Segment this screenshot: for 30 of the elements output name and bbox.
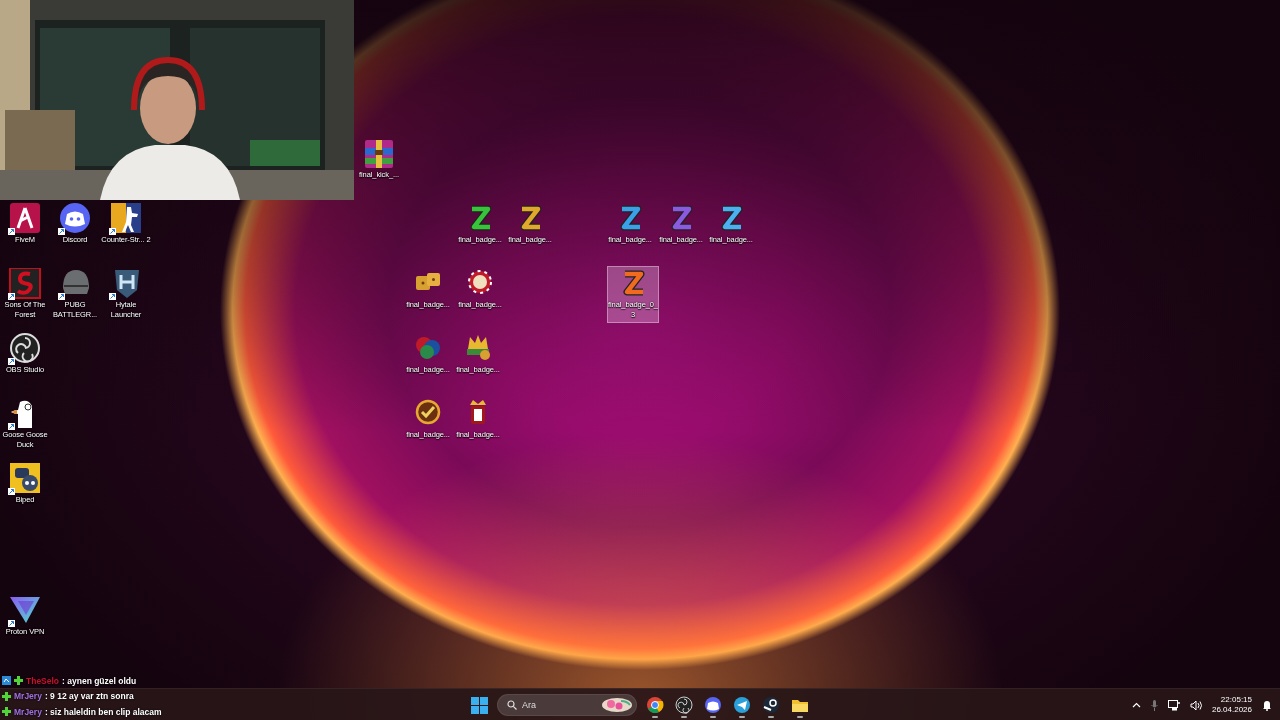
plus-icon (2, 707, 11, 717)
chat-app-icon (58, 203, 92, 235)
plus-icon (2, 691, 11, 701)
chat-username: MrJery (14, 691, 42, 702)
soldier-icon (109, 203, 143, 235)
archive-icon (362, 138, 396, 170)
search-icon (507, 700, 517, 710)
subscriber-badge-icon (2, 676, 11, 686)
triangle-icon (8, 595, 42, 627)
app-icon (8, 203, 42, 235)
paper-plane-icon (733, 696, 751, 714)
microphone-icon[interactable] (1150, 699, 1158, 711)
chat-app-icon (704, 696, 722, 714)
windows-icon (470, 696, 488, 714)
browser-icon (646, 696, 664, 714)
chat-username: MrJery (14, 706, 42, 717)
game-icon (8, 268, 42, 300)
chevron-up-icon[interactable] (1131, 702, 1141, 708)
clock[interactable]: 22:05:15 26.04.2026 (1211, 695, 1252, 715)
robot-icon (8, 463, 42, 495)
chat-message: : aynen güzel oldu (62, 675, 137, 686)
plus-icon (14, 676, 23, 686)
chat-message: : siz haleldin ben clip alacam (44, 706, 162, 717)
chat-message: : 9 12 ay var ztn sonra (44, 691, 134, 702)
chat-username: TheSelo (26, 675, 60, 686)
helmet-icon (58, 268, 92, 300)
flower-icon (601, 697, 633, 713)
network-icon[interactable] (1167, 699, 1180, 711)
bell-icon[interactable] (1262, 699, 1272, 711)
volume-icon[interactable] (1189, 699, 1202, 711)
